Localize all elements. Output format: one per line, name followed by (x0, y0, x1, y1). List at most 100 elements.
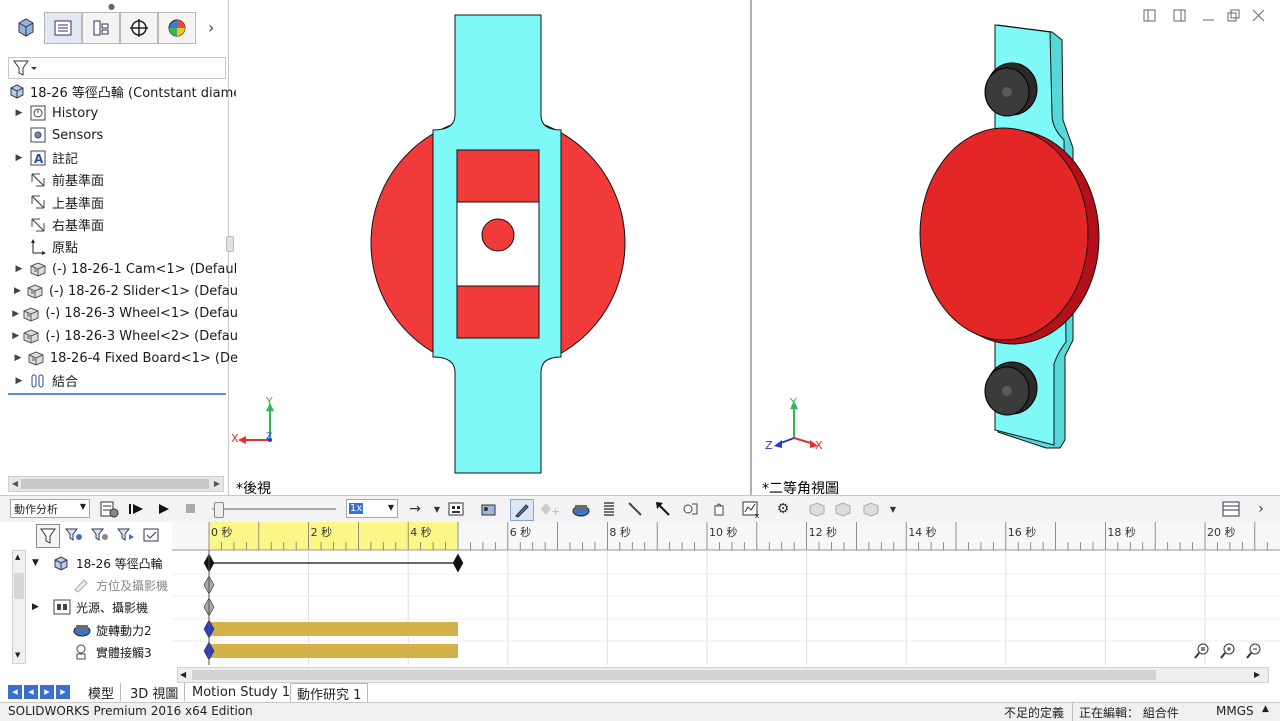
unit-system[interactable]: MMGS (1216, 704, 1254, 718)
scroll-thumb[interactable] (21, 479, 209, 489)
motion-tree-item[interactable]: ▼ 18-26 等徑凸輪 (0, 552, 172, 574)
expand-arrow-icon[interactable]: ▶ (10, 353, 26, 363)
filter-selected-icon[interactable] (88, 524, 112, 546)
expand-arrow-icon[interactable]: ▶ (10, 331, 21, 341)
expand-arrow-icon[interactable]: ▶ (10, 309, 21, 319)
tree-item[interactable]: 原點 (10, 236, 238, 258)
motion-study-b-icon[interactable] (832, 499, 854, 519)
gravity-icon[interactable] (708, 499, 730, 519)
tree-item[interactable]: 前基準面 (10, 169, 238, 191)
tile-view-icon[interactable] (1220, 499, 1242, 519)
tree-item[interactable]: ▶ (-) 18-26-3 Wheel<2> (Defau (10, 325, 238, 347)
motion-tree-item[interactable]: 實體接觸3 (0, 641, 172, 663)
playback-speed-select[interactable]: 1x ▼ (346, 499, 398, 518)
tab-3d-views[interactable]: 3D 視圖 (124, 683, 186, 702)
tree-root[interactable]: 18-26 等徑凸輪 (Contstant diame (8, 80, 236, 102)
tab-feature-tree[interactable] (8, 12, 44, 42)
tab-display-manager[interactable] (158, 12, 196, 44)
damper-icon[interactable] (624, 499, 646, 519)
motion-tree-item[interactable]: 旋轉動力2 (0, 619, 172, 641)
calculate-icon[interactable] (98, 499, 120, 519)
chevron-right-icon[interactable]: › (1250, 499, 1272, 519)
force-icon[interactable] (652, 499, 674, 519)
filter-driving-icon[interactable] (60, 524, 88, 546)
tree-item[interactable]: ▶ 結合 (10, 370, 238, 392)
scroll-right-icon[interactable]: ▶ (211, 477, 223, 491)
tab-motion-study-1[interactable]: Motion Study 1 (186, 683, 298, 701)
tree-filter-input[interactable] (8, 57, 226, 79)
contact-icon[interactable] (680, 499, 702, 519)
timeline-horizontal-scrollbar[interactable]: ◀ ▶ (177, 667, 1269, 683)
autokey-icon[interactable] (510, 499, 534, 521)
tile-left-icon[interactable] (1143, 9, 1156, 22)
motion-tree-item[interactable]: 方位及攝影機 (0, 574, 172, 596)
chevron-down-icon[interactable]: ▼ (426, 499, 448, 519)
results-plots-icon[interactable]: x (740, 499, 762, 519)
filter-results-icon[interactable] (112, 524, 140, 546)
prev-tab-icon[interactable]: ◀ (24, 685, 38, 699)
play-from-start-icon[interactable] (126, 499, 148, 519)
collapse-arrow-icon[interactable]: ▼ (32, 558, 39, 568)
expand-arrow-icon[interactable]: ▶ (10, 264, 28, 274)
chevron-right-icon[interactable]: › (208, 18, 214, 37)
playback-mode-icon[interactable]: → (404, 499, 426, 519)
contact-key-bar[interactable] (209, 644, 458, 658)
stop-icon[interactable] (180, 499, 202, 519)
zoom-to-fit-icon[interactable] (1189, 640, 1215, 662)
expand-arrow-icon[interactable]: ▶ (10, 108, 28, 118)
viewport-dimetric[interactable]: Y X Z *二等角視圖 (752, 0, 1280, 497)
tree-item[interactable]: ▶ (-) 18-26-3 Wheel<1> (Defau (10, 303, 238, 325)
collapse-all-icon[interactable] (140, 524, 164, 546)
scroll-left-icon[interactable]: ◀ (180, 668, 186, 682)
next-tab-icon[interactable]: ▶ (40, 685, 54, 699)
viewport-back[interactable]: Y X Z *後視 (229, 0, 750, 497)
tree-item[interactable]: 右基準面 (10, 214, 238, 236)
tree-item[interactable]: ▶ History (10, 102, 238, 124)
tree-item[interactable]: ▶ 18-26-4 Fixed Board<1> (De (10, 347, 238, 369)
splitter-dot[interactable]: ● (108, 2, 115, 11)
tree-item[interactable]: 上基準面 (10, 191, 238, 213)
motion-timeline[interactable]: 0 秒 2 秒 4 秒 6 秒 8 秒 10 秒 12 秒 14 秒 16 秒 18 秒 20 秒 (172, 522, 1280, 665)
motor-key-bar[interactable] (209, 622, 458, 636)
save-animation-icon[interactable] (446, 499, 468, 519)
chevron-down-icon[interactable]: ▼ (882, 499, 904, 519)
first-tab-icon[interactable]: ◀ (8, 685, 22, 699)
motion-tree-item[interactable]: ▶ 光源、攝影機 (0, 596, 172, 618)
tab-motion-study-active[interactable]: 動作研究 1 (290, 683, 369, 703)
study-type-select[interactable]: 動作分析 ▼ (10, 499, 90, 518)
key-point-end[interactable] (452, 553, 464, 573)
last-tab-icon[interactable]: ▶ (56, 685, 70, 699)
restore-icon[interactable] (1227, 9, 1240, 22)
play-icon[interactable] (153, 499, 175, 519)
expand-arrow-icon[interactable]: ▶ (32, 602, 39, 612)
tile-right-icon[interactable] (1173, 9, 1186, 22)
expand-arrow-icon[interactable]: ▶ (10, 153, 28, 163)
add-key-icon[interactable]: + (538, 499, 560, 519)
scroll-left-icon[interactable]: ◀ (9, 477, 21, 491)
zoom-out-icon[interactable] (1241, 640, 1267, 662)
tree-item[interactable]: ▶ (-) 18-26-1 Cam<1> (Defaul (10, 258, 238, 280)
playback-slider[interactable] (212, 502, 336, 518)
motion-study-properties-icon[interactable]: ⚙ (772, 499, 794, 519)
tree-item[interactable]: Sensors (10, 124, 238, 146)
tab-dimxpert-manager[interactable] (120, 12, 158, 44)
tree-item[interactable]: ▶ (-) 18-26-2 Slider<1> (Defau (10, 280, 238, 302)
horizontal-scrollbar[interactable]: ◀ ▶ (8, 476, 224, 492)
tab-configuration-manager[interactable] (82, 12, 120, 44)
tab-model[interactable]: 模型 (82, 683, 122, 702)
scroll-thumb[interactable] (192, 670, 1156, 680)
scroll-right-icon[interactable]: ▶ (1254, 668, 1260, 682)
spring-icon[interactable] (598, 499, 620, 519)
tree-item[interactable]: ▶ A 註記 (10, 147, 238, 169)
expand-arrow-icon[interactable]: ▶ (10, 376, 28, 386)
zoom-in-icon[interactable] (1215, 640, 1241, 662)
slider-thumb[interactable] (214, 502, 224, 518)
motion-study-c-icon[interactable] (860, 499, 882, 519)
chevron-up-icon[interactable]: ▲ (1262, 704, 1269, 714)
filter-animated-icon[interactable] (36, 524, 60, 548)
tab-property-manager[interactable] (44, 12, 82, 44)
animation-wizard-icon[interactable] (478, 499, 500, 519)
motion-study-a-icon[interactable] (806, 499, 828, 519)
motor-icon[interactable] (570, 499, 592, 519)
expand-arrow-icon[interactable]: ▶ (10, 286, 25, 296)
